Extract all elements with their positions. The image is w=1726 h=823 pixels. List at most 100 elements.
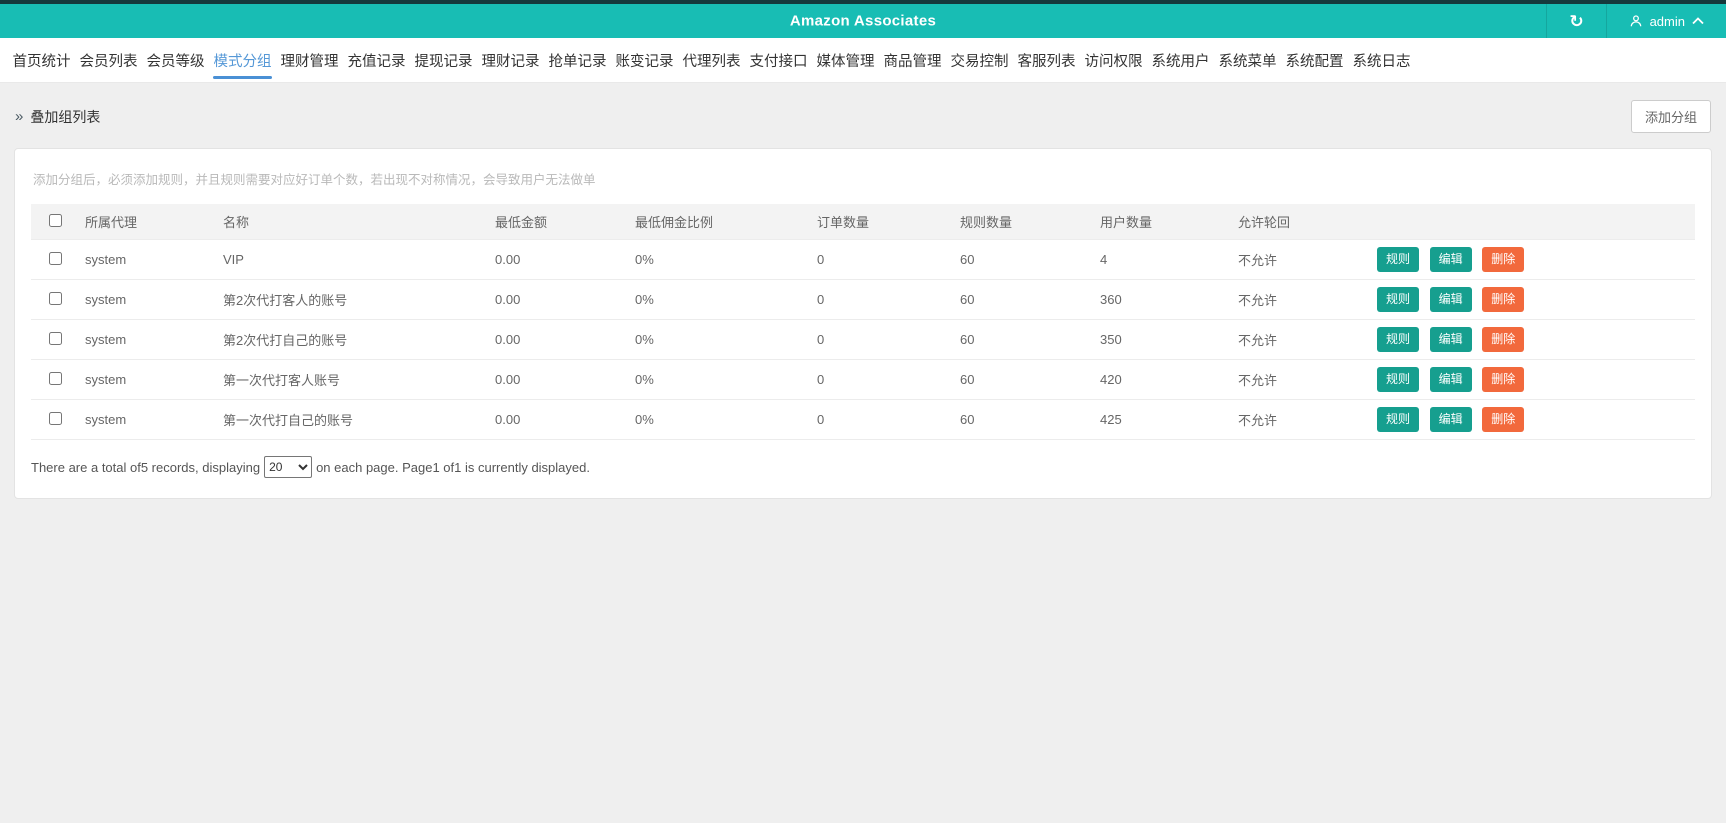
delete-button[interactable]: 删除 <box>1482 287 1525 312</box>
cell-allow-loop: 不允许 <box>1238 413 1278 428</box>
select-all-checkbox[interactable] <box>48 213 62 227</box>
cell-min-commission: 0% <box>635 412 654 427</box>
col-allow-loop: 允许轮回 <box>1238 215 1291 230</box>
tab-product-mgmt[interactable]: 商品管理 <box>879 38 946 83</box>
pagination-text-after: on each page. Page1 of1 is currently dis… <box>316 459 590 475</box>
row-checkbox[interactable] <box>48 291 62 305</box>
delete-button[interactable]: 删除 <box>1482 407 1525 432</box>
cell-rule-count: 60 <box>960 292 975 307</box>
add-group-button[interactable]: 添加分组 <box>1630 100 1711 133</box>
cell-agent: system <box>85 332 127 347</box>
cell-user-count: 425 <box>1100 412 1122 427</box>
edit-button[interactable]: 编辑 <box>1429 287 1472 312</box>
delete-button[interactable]: 删除 <box>1482 327 1525 352</box>
col-rule-count: 规则数量 <box>960 215 1013 230</box>
edit-button[interactable]: 编辑 <box>1429 247 1472 272</box>
tab-system-users[interactable]: 系统用户 <box>1147 38 1214 83</box>
tab-withdraw-records[interactable]: 提现记录 <box>410 38 477 83</box>
cell-order-count: 0 <box>817 332 825 347</box>
pagination-bar: There are a total of5 records, displayin… <box>31 456 1695 478</box>
cell-min-amount: 0.00 <box>495 412 521 427</box>
row-checkbox[interactable] <box>48 411 62 425</box>
cell-rule-count: 60 <box>960 332 975 347</box>
user-menu[interactable]: admin <box>1605 4 1726 38</box>
tab-member-level[interactable]: 会员等级 <box>142 38 209 83</box>
tab-balance-records[interactable]: 账变记录 <box>611 38 678 83</box>
cell-rule-count: 60 <box>960 252 975 267</box>
cell-agent: system <box>85 292 127 307</box>
chevron-up-icon <box>1692 17 1704 25</box>
rule-button[interactable]: 规则 <box>1377 247 1420 272</box>
cell-min-amount: 0.00 <box>495 372 521 387</box>
app-title: Amazon Associates <box>789 12 937 30</box>
cell-name: 第一次代打自己的账号 <box>223 413 354 428</box>
tab-payment-api[interactable]: 支付接口 <box>745 38 812 83</box>
rule-button[interactable]: 规则 <box>1377 367 1420 392</box>
cell-rule-count: 60 <box>960 412 975 427</box>
cell-min-amount: 0.00 <box>495 292 521 307</box>
cell-user-count: 420 <box>1100 372 1122 387</box>
cell-allow-loop: 不允许 <box>1238 373 1278 388</box>
cell-order-count: 0 <box>817 412 825 427</box>
delete-button[interactable]: 删除 <box>1482 367 1525 392</box>
rule-button[interactable]: 规则 <box>1377 287 1420 312</box>
groups-table: 所属代理 名称 最低金额 最低佣金比例 订单数量 规则数量 用户数量 允许轮回 … <box>31 204 1695 440</box>
tab-support-list[interactable]: 客服列表 <box>1013 38 1080 83</box>
tab-recharge-records[interactable]: 充值记录 <box>343 38 410 83</box>
delete-button[interactable]: 删除 <box>1482 247 1525 272</box>
cell-user-count: 360 <box>1100 292 1122 307</box>
tab-system-menu[interactable]: 系统菜单 <box>1214 38 1281 83</box>
rule-button[interactable]: 规则 <box>1377 327 1420 352</box>
rule-button[interactable]: 规则 <box>1377 407 1420 432</box>
cell-min-commission: 0% <box>635 332 654 347</box>
cell-rule-count: 60 <box>960 372 975 387</box>
cell-min-commission: 0% <box>635 372 654 387</box>
edit-button[interactable]: 编辑 <box>1429 327 1472 352</box>
cell-agent: system <box>85 372 127 387</box>
cell-user-count: 350 <box>1100 332 1122 347</box>
table-row: system 第一次代打自己的账号 0.00 0% 0 60 425 不允许 规… <box>31 399 1695 440</box>
tab-system-logs[interactable]: 系统日志 <box>1348 38 1415 83</box>
breadcrumb: » 叠加组列表 <box>15 107 100 127</box>
table-row: system 第2次代打自己的账号 0.00 0% 0 60 350 不允许 规… <box>31 319 1695 360</box>
refresh-button[interactable]: ↻ <box>1546 4 1605 38</box>
user-name: admin <box>1649 13 1685 29</box>
tab-grab-records[interactable]: 抢单记录 <box>544 38 611 83</box>
tab-system-config[interactable]: 系统配置 <box>1281 38 1348 83</box>
cell-min-commission: 0% <box>635 252 654 267</box>
cell-user-count: 4 <box>1100 252 1108 267</box>
page-size-select[interactable]: 20 <box>264 456 313 478</box>
cell-name: 第2次代打客人的账号 <box>223 293 348 308</box>
cell-min-amount: 0.00 <box>495 252 521 267</box>
edit-button[interactable]: 编辑 <box>1429 407 1472 432</box>
table-row: system VIP 0.00 0% 0 60 4 不允许 规则 编辑 删除 <box>31 239 1695 280</box>
tab-media-mgmt[interactable]: 媒体管理 <box>812 38 879 83</box>
edit-button[interactable]: 编辑 <box>1429 367 1472 392</box>
cell-agent: system <box>85 412 127 427</box>
tab-access-rights[interactable]: 访问权限 <box>1080 38 1147 83</box>
cell-name: 第一次代打客人账号 <box>223 373 341 388</box>
user-icon <box>1629 14 1643 28</box>
cell-agent: system <box>85 252 127 267</box>
table-header-row: 所属代理 名称 最低金额 最低佣金比例 订单数量 规则数量 用户数量 允许轮回 <box>31 204 1695 240</box>
tab-mode-groups[interactable]: 模式分组 <box>209 38 276 83</box>
row-checkbox[interactable] <box>48 251 62 265</box>
tab-finance-mgmt[interactable]: 理财管理 <box>276 38 343 83</box>
cell-allow-loop: 不允许 <box>1238 293 1278 308</box>
app-header: Amazon Associates ↻ admin <box>0 4 1726 38</box>
tab-agent-list[interactable]: 代理列表 <box>678 38 745 83</box>
cell-min-commission: 0% <box>635 292 654 307</box>
tab-member-list[interactable]: 会员列表 <box>75 38 142 83</box>
cell-name: VIP <box>223 252 244 267</box>
col-order-count: 订单数量 <box>817 215 870 230</box>
row-checkbox[interactable] <box>48 331 62 345</box>
panel-hint-text: 添加分组后，必须添加规则，并且规则需要对应好订单个数，若出现不对称情况，会导致用… <box>33 173 596 187</box>
col-min-commission: 最低佣金比例 <box>635 215 714 230</box>
row-checkbox[interactable] <box>48 371 62 385</box>
tab-finance-records[interactable]: 理财记录 <box>477 38 544 83</box>
page-title: 叠加组列表 <box>30 108 101 125</box>
table-row: system 第一次代打客人账号 0.00 0% 0 60 420 不允许 规则… <box>31 359 1695 400</box>
tab-trade-control[interactable]: 交易控制 <box>946 38 1013 83</box>
col-actions <box>1371 204 1695 240</box>
tab-home-stats[interactable]: 首页统计 <box>8 38 75 83</box>
